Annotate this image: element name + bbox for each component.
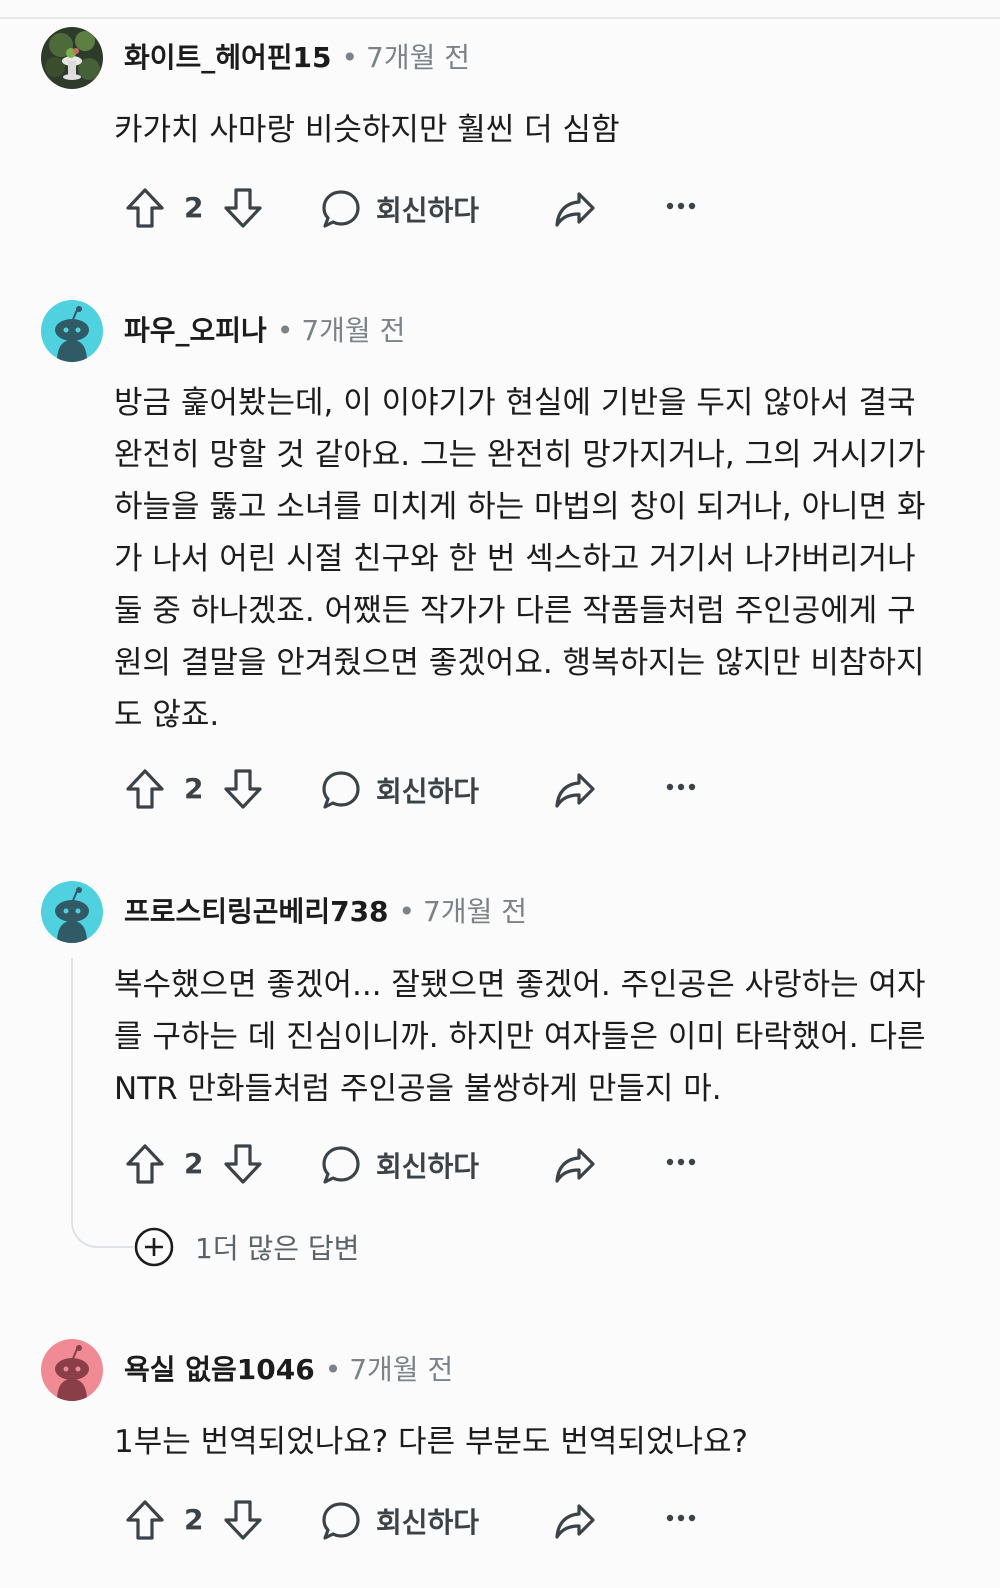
- timestamp: 7개월 전: [301, 314, 406, 347]
- downvote-arrow-icon: [224, 188, 262, 228]
- comment-body: 복수했으면 좋겠어... 잘됐으면 좋겠어. 주인공은 사랑하는 여자를 구하는…: [114, 967, 926, 1107]
- share-arrow-icon: [555, 773, 595, 808]
- user-avatar[interactable]: [41, 27, 103, 89]
- comment-actions: 2 회신하다: [0, 1495, 1000, 1545]
- ellipsis-icon: [666, 783, 696, 791]
- comment-body: 카가치 사마랑 비슷하지만 훨씬 더 심함: [114, 112, 620, 148]
- downvote-button[interactable]: [222, 767, 264, 811]
- share-arrow-icon: [555, 1148, 595, 1183]
- separator: •: [398, 895, 416, 928]
- vote-count: 2: [184, 1503, 204, 1536]
- more-options-button[interactable]: [666, 1513, 696, 1523]
- username[interactable]: 화이트_헤어핀15: [124, 41, 332, 74]
- speech-bubble-icon: [322, 190, 360, 228]
- share-button[interactable]: [553, 188, 597, 230]
- user-avatar[interactable]: [41, 300, 103, 362]
- timestamp: 7개월 전: [366, 41, 471, 74]
- separator: •: [324, 1353, 342, 1386]
- more-replies-button[interactable]: 1더 많은 답변: [133, 1226, 359, 1268]
- comment-actions: 2 회신하다: [0, 183, 1000, 233]
- speech-bubble-icon: [322, 1146, 360, 1184]
- reply-label: 회신하다: [376, 194, 480, 227]
- share-arrow-icon: [555, 192, 595, 227]
- timestamp: 7개월 전: [349, 1353, 454, 1386]
- user-avatar[interactable]: [41, 881, 103, 943]
- speech-bubble-icon: [322, 1502, 360, 1540]
- upvote-arrow-icon: [126, 188, 164, 228]
- comment-actions: 2 회신하다: [0, 1139, 1000, 1189]
- share-button[interactable]: [553, 1144, 597, 1186]
- downvote-button[interactable]: [222, 1498, 264, 1542]
- user-avatar[interactable]: [41, 1339, 103, 1401]
- timestamp: 7개월 전: [423, 895, 528, 928]
- downvote-arrow-icon: [224, 1144, 262, 1184]
- username[interactable]: 프로스티링곤베리738: [124, 895, 389, 928]
- snoo-avatar-icon: [41, 881, 103, 943]
- upvote-button[interactable]: [124, 1142, 166, 1186]
- reply-label: 회신하다: [376, 1150, 480, 1183]
- downvote-button[interactable]: [222, 186, 264, 230]
- share-button[interactable]: [553, 1500, 597, 1542]
- reply-button[interactable]: 회신하다: [320, 1500, 479, 1542]
- comment-meta: 화이트_헤어핀15 • 7개월 전: [124, 42, 470, 74]
- photo-avatar-icon: [41, 27, 103, 89]
- comment-meta: 프로스티링곤베리738 • 7개월 전: [124, 896, 527, 928]
- ellipsis-icon: [666, 1158, 696, 1166]
- comment-actions: 2 회신하다: [0, 764, 1000, 814]
- vote-count: 2: [184, 1147, 204, 1180]
- reply-button[interactable]: 회신하다: [320, 1144, 479, 1186]
- ellipsis-icon: [666, 1514, 696, 1522]
- comment-body: 1부는 번역되었나요? 다른 부분도 번역되었나요?: [114, 1424, 748, 1460]
- snoo-avatar-icon: [41, 300, 103, 362]
- reply-button[interactable]: 회신하다: [320, 188, 479, 230]
- separator: •: [341, 41, 359, 74]
- speech-bubble-icon: [322, 771, 360, 809]
- reply-button[interactable]: 회신하다: [320, 769, 479, 811]
- more-options-button[interactable]: [666, 201, 696, 211]
- top-divider: [0, 17, 1000, 19]
- share-arrow-icon: [555, 1504, 595, 1539]
- upvote-arrow-icon: [126, 1144, 164, 1184]
- more-replies-label: 1더 많은 답변: [195, 1232, 360, 1265]
- upvote-button[interactable]: [124, 186, 166, 230]
- snoo-avatar-icon: [41, 1339, 103, 1401]
- reply-label: 회신하다: [376, 775, 480, 808]
- downvote-arrow-icon: [224, 769, 262, 809]
- reply-label: 회신하다: [376, 1506, 480, 1539]
- vote-count: 2: [184, 191, 204, 224]
- upvote-arrow-icon: [126, 1500, 164, 1540]
- vote-count: 2: [184, 772, 204, 805]
- separator: •: [276, 314, 294, 347]
- thread-connector: [71, 1216, 133, 1248]
- username[interactable]: 파우_오피나: [124, 314, 267, 347]
- more-options-button[interactable]: [666, 1157, 696, 1167]
- plus-circle-icon: [134, 1227, 174, 1267]
- username[interactable]: 욕실 없음1046: [124, 1353, 315, 1386]
- downvote-button[interactable]: [222, 1142, 264, 1186]
- downvote-arrow-icon: [224, 1500, 262, 1540]
- more-options-button[interactable]: [666, 782, 696, 792]
- comment-body: 방금 훑어봤는데, 이 이야기가 현실에 기반을 두지 않아서 결국 완전히 망…: [114, 385, 926, 733]
- upvote-arrow-icon: [126, 769, 164, 809]
- comment-meta: 욕실 없음1046 • 7개월 전: [124, 1354, 453, 1386]
- upvote-button[interactable]: [124, 1498, 166, 1542]
- ellipsis-icon: [666, 202, 696, 210]
- comment-meta: 파우_오피나 • 7개월 전: [124, 315, 405, 347]
- upvote-button[interactable]: [124, 767, 166, 811]
- share-button[interactable]: [553, 769, 597, 811]
